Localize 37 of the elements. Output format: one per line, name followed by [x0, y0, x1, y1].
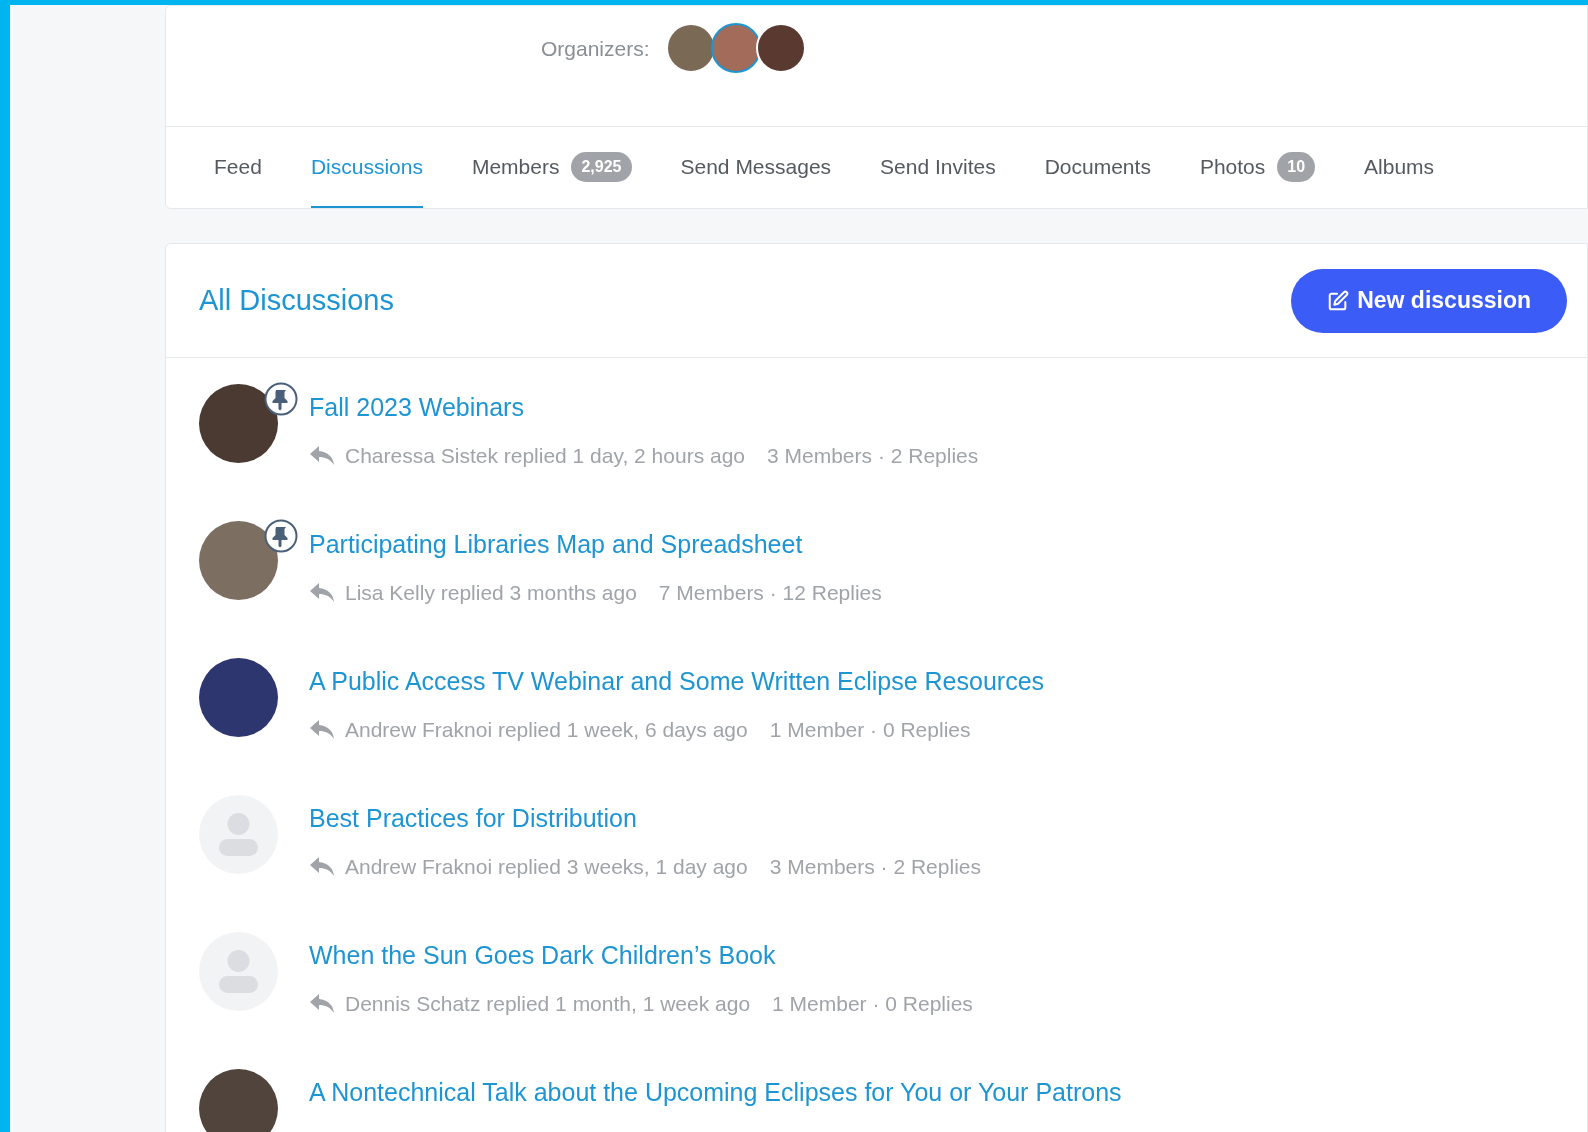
- reply-icon: [309, 718, 335, 741]
- nav-tab[interactable]: Albums: [1364, 127, 1435, 208]
- organizers-label: Organizers:: [541, 36, 650, 62]
- discussion-stats: 7 Members · 12 Replies: [658, 580, 882, 606]
- discussion-title[interactable]: A Public Access TV Webinar and Some Written Eclipse Resources: [309, 666, 1045, 696]
- reply-info: Lisa Kelly replied 3 months ago: [345, 580, 637, 606]
- discussion-title[interactable]: Fall 2023 Webinars: [309, 392, 979, 422]
- reply-info: Dennis Schatz replied 1 month, 1 week ago: [345, 991, 751, 1017]
- edit-icon: [1327, 289, 1350, 312]
- nav-tab[interactable]: Members 2,925: [471, 127, 632, 208]
- reply-icon: [309, 444, 335, 467]
- discussion-stats: 1 Member · 0 Replies: [772, 991, 973, 1017]
- discussion-title[interactable]: A Nontechnical Talk about the Upcoming Eclipses for You or Your Patrons: [309, 1077, 1122, 1107]
- nav-tab[interactable]: Discussions: [310, 127, 423, 208]
- discussion-stats: 1 Member · 0 Replies: [769, 717, 971, 743]
- reply-info: Andrew Fraknoi replied 3 weeks, 1 day ago: [345, 854, 748, 880]
- reply-icon: [309, 992, 335, 1015]
- nav-tab[interactable]: Send Messages: [680, 127, 832, 208]
- nav-tab[interactable]: Documents: [1044, 127, 1151, 208]
- nav-tab[interactable]: Photos 10: [1199, 127, 1316, 208]
- discussion-title[interactable]: Participating Libraries Map and Spreadsheet: [309, 529, 882, 559]
- panel-title: All Discussions: [199, 282, 394, 318]
- discussion-stats: 3 Members · 2 Replies: [769, 854, 981, 880]
- reply-icon: [309, 855, 335, 878]
- count-badge: 10: [1277, 151, 1316, 182]
- user-avatar[interactable]: [199, 1069, 278, 1132]
- discussion-title[interactable]: Best Practices for Distribution: [309, 803, 981, 833]
- discussion-stats: 3 Members · 2 Replies: [767, 443, 979, 469]
- nav-tab[interactable]: Send Invites: [880, 127, 996, 208]
- count-badge: 2,925: [571, 151, 632, 182]
- reply-info: Andrew Fraknoi replied 1 week, 6 days ago: [345, 717, 748, 743]
- discussion-title[interactable]: When the Sun Goes Dark Children’s Book: [309, 940, 973, 970]
- nav-tab[interactable]: Feed: [214, 127, 262, 208]
- reply-icon: [309, 581, 335, 604]
- reply-info: Charessa Sistek replied 1 day, 2 hours ago: [345, 443, 745, 469]
- new-discussion-button[interactable]: New discussion: [1291, 268, 1567, 333]
- organizer-avatar[interactable]: [710, 23, 761, 73]
